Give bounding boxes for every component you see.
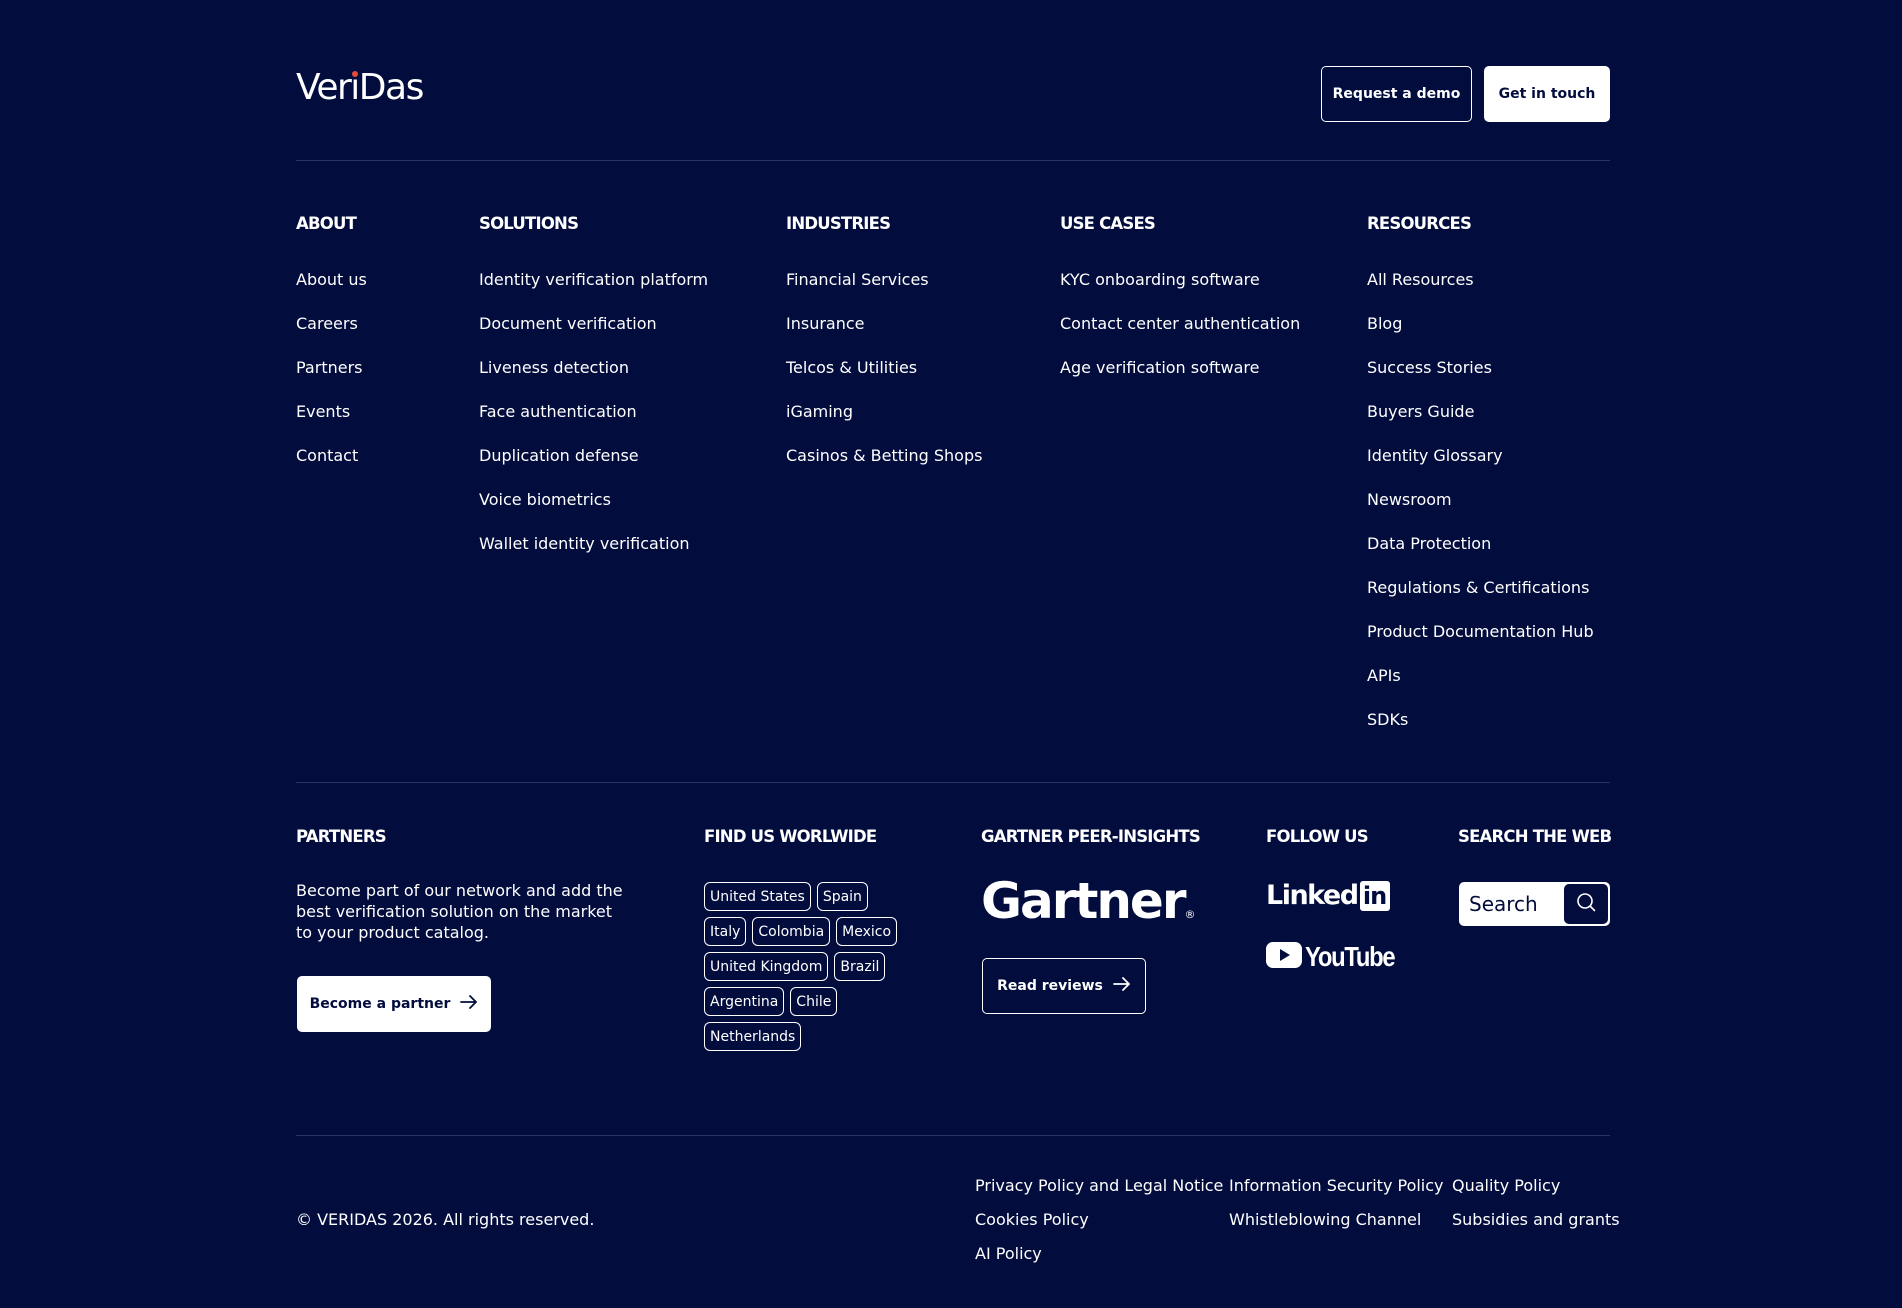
- solutions-heading: SOLUTIONS: [479, 214, 579, 233]
- gartner-registered-mark: ®: [1184, 908, 1196, 921]
- industries-link-insurance[interactable]: Insurance: [786, 313, 982, 357]
- search-button[interactable]: [1564, 884, 1608, 924]
- request-demo-button[interactable]: Request a demo: [1321, 66, 1472, 122]
- resources-link-success-stories[interactable]: Success Stories: [1367, 357, 1594, 401]
- resources-link-buyers-guide[interactable]: Buyers Guide: [1367, 401, 1594, 445]
- solutions-link-face-authentication[interactable]: Face authentication: [479, 401, 708, 445]
- follow-heading: FOLLOW US: [1266, 827, 1369, 846]
- resources-list: All Resources Blog Success Stories Buyer…: [1367, 269, 1594, 753]
- search-input[interactable]: [1459, 883, 1571, 925]
- country-tag-united-kingdom[interactable]: United Kingdom: [704, 952, 829, 981]
- country-tag-argentina[interactable]: Argentina: [704, 987, 785, 1016]
- industries-link-igaming[interactable]: iGaming: [786, 401, 982, 445]
- industries-link-casinos[interactable]: Casinos & Betting Shops: [786, 445, 982, 489]
- solutions-link-liveness-detection[interactable]: Liveness detection: [479, 357, 708, 401]
- use-cases-link-contact-center[interactable]: Contact center authentication: [1060, 313, 1300, 357]
- whistleblowing-channel-link[interactable]: Whistleblowing Channel: [1229, 1210, 1421, 1229]
- country-tag-italy[interactable]: Italy: [704, 917, 747, 946]
- resources-link-newsroom[interactable]: Newsroom: [1367, 489, 1594, 533]
- country-tag-netherlands[interactable]: Netherlands: [704, 1022, 802, 1051]
- header-divider: [296, 160, 1610, 161]
- logo-text-i: i: [350, 67, 360, 108]
- about-link-events[interactable]: Events: [296, 401, 367, 445]
- arrow-right-icon: [1112, 977, 1131, 995]
- logo-text-end: Das: [358, 67, 425, 108]
- quality-policy-link[interactable]: Quality Policy: [1452, 1176, 1560, 1195]
- country-tag-spain[interactable]: Spain: [816, 882, 868, 911]
- use-cases-link-kyc-onboarding[interactable]: KYC onboarding software: [1060, 269, 1300, 313]
- resources-link-product-docs[interactable]: Product Documentation Hub: [1367, 621, 1594, 665]
- solutions-link-wallet-identity[interactable]: Wallet identity verification: [479, 533, 708, 577]
- logo-text-start: Ver: [296, 67, 352, 108]
- get-in-touch-button[interactable]: Get in touch: [1484, 66, 1610, 122]
- partners-heading: PARTNERS: [296, 827, 387, 846]
- privacy-policy-link[interactable]: Privacy Policy and Legal Notice: [975, 1176, 1223, 1195]
- linkedin-logo-text: Linked: [1266, 880, 1359, 911]
- solutions-link-duplication-defense[interactable]: Duplication defense: [479, 445, 708, 489]
- about-link-contact[interactable]: Contact: [296, 445, 367, 489]
- industries-link-financial-services[interactable]: Financial Services: [786, 269, 982, 313]
- worldwide-heading: FIND US WORLWIDE: [704, 827, 877, 846]
- solutions-link-idv-platform[interactable]: Identity verification platform: [479, 269, 708, 313]
- use-cases-link-age-verification[interactable]: Age verification software: [1060, 357, 1300, 401]
- read-reviews-label: Read reviews: [997, 978, 1103, 994]
- solutions-list: Identity verification platform Document …: [479, 269, 708, 577]
- become-partner-button[interactable]: Become a partner: [297, 976, 491, 1032]
- veridas-logo[interactable]: VeriDas: [296, 67, 425, 108]
- information-security-policy-link[interactable]: Information Security Policy: [1229, 1176, 1444, 1195]
- gartner-logo: Gartner®: [981, 876, 1196, 926]
- linkedin-icon: in: [1359, 880, 1390, 911]
- industries-heading: INDUSTRIES: [786, 214, 891, 233]
- resources-link-sdks[interactable]: SDKs: [1367, 709, 1594, 753]
- resources-link-blog[interactable]: Blog: [1367, 313, 1594, 357]
- search-icon: [1576, 892, 1596, 917]
- resources-link-regulations[interactable]: Regulations & Certifications: [1367, 577, 1594, 621]
- search-heading: SEARCH THE WEB: [1458, 827, 1612, 846]
- industries-link-telcos-utilities[interactable]: Telcos & Utilities: [786, 357, 982, 401]
- resources-link-apis[interactable]: APIs: [1367, 665, 1594, 709]
- gartner-heading: GARTNER PEER-INSIGHTS: [981, 827, 1201, 846]
- about-list: About us Careers Partners Events Contact: [296, 269, 367, 489]
- about-link-careers[interactable]: Careers: [296, 313, 367, 357]
- arrow-right-icon: [460, 995, 478, 1013]
- youtube-logo-text: YouTube: [1305, 941, 1396, 972]
- resources-link-identity-glossary[interactable]: Identity Glossary: [1367, 445, 1594, 489]
- solutions-link-document-verification[interactable]: Document verification: [479, 313, 708, 357]
- solutions-link-voice-biometrics[interactable]: Voice biometrics: [479, 489, 708, 533]
- resources-heading: RESOURCES: [1367, 214, 1472, 233]
- country-tag-mexico[interactable]: Mexico: [836, 917, 898, 946]
- partners-description: Become part of our network and add the b…: [296, 881, 623, 942]
- subsidies-grants-link[interactable]: Subsidies and grants: [1452, 1210, 1620, 1229]
- middle-divider: [296, 782, 1610, 783]
- gartner-logo-text: Gartner: [981, 872, 1187, 930]
- country-tag-chile[interactable]: Chile: [790, 987, 838, 1016]
- resources-link-all-resources[interactable]: All Resources: [1367, 269, 1594, 313]
- become-partner-label: Become a partner: [309, 996, 451, 1012]
- copyright: © VERIDAS 2026. All rights reserved.: [296, 1210, 595, 1229]
- country-tags: United States Spain Italy Colombia Mexic…: [704, 882, 904, 1057]
- use-cases-list: KYC onboarding software Contact center a…: [1060, 269, 1300, 401]
- country-tag-brazil[interactable]: Brazil: [834, 952, 886, 981]
- youtube-play-icon: [1266, 941, 1302, 973]
- footer-divider: [296, 1135, 1610, 1136]
- search-box: [1459, 882, 1610, 926]
- country-tag-united-states[interactable]: United States: [704, 882, 811, 911]
- cookies-policy-link[interactable]: Cookies Policy: [975, 1210, 1089, 1229]
- linkedin-link[interactable]: Linked in: [1266, 880, 1390, 911]
- youtube-link[interactable]: YouTube: [1266, 941, 1410, 973]
- use-cases-heading: USE CASES: [1060, 214, 1156, 233]
- about-heading: ABOUT: [296, 214, 357, 233]
- read-reviews-button[interactable]: Read reviews: [982, 958, 1146, 1014]
- about-link-about-us[interactable]: About us: [296, 269, 367, 313]
- about-link-partners[interactable]: Partners: [296, 357, 367, 401]
- industries-list: Financial Services Insurance Telcos & Ut…: [786, 269, 982, 489]
- ai-policy-link[interactable]: AI Policy: [975, 1244, 1042, 1263]
- country-tag-colombia[interactable]: Colombia: [752, 917, 831, 946]
- resources-link-data-protection[interactable]: Data Protection: [1367, 533, 1594, 577]
